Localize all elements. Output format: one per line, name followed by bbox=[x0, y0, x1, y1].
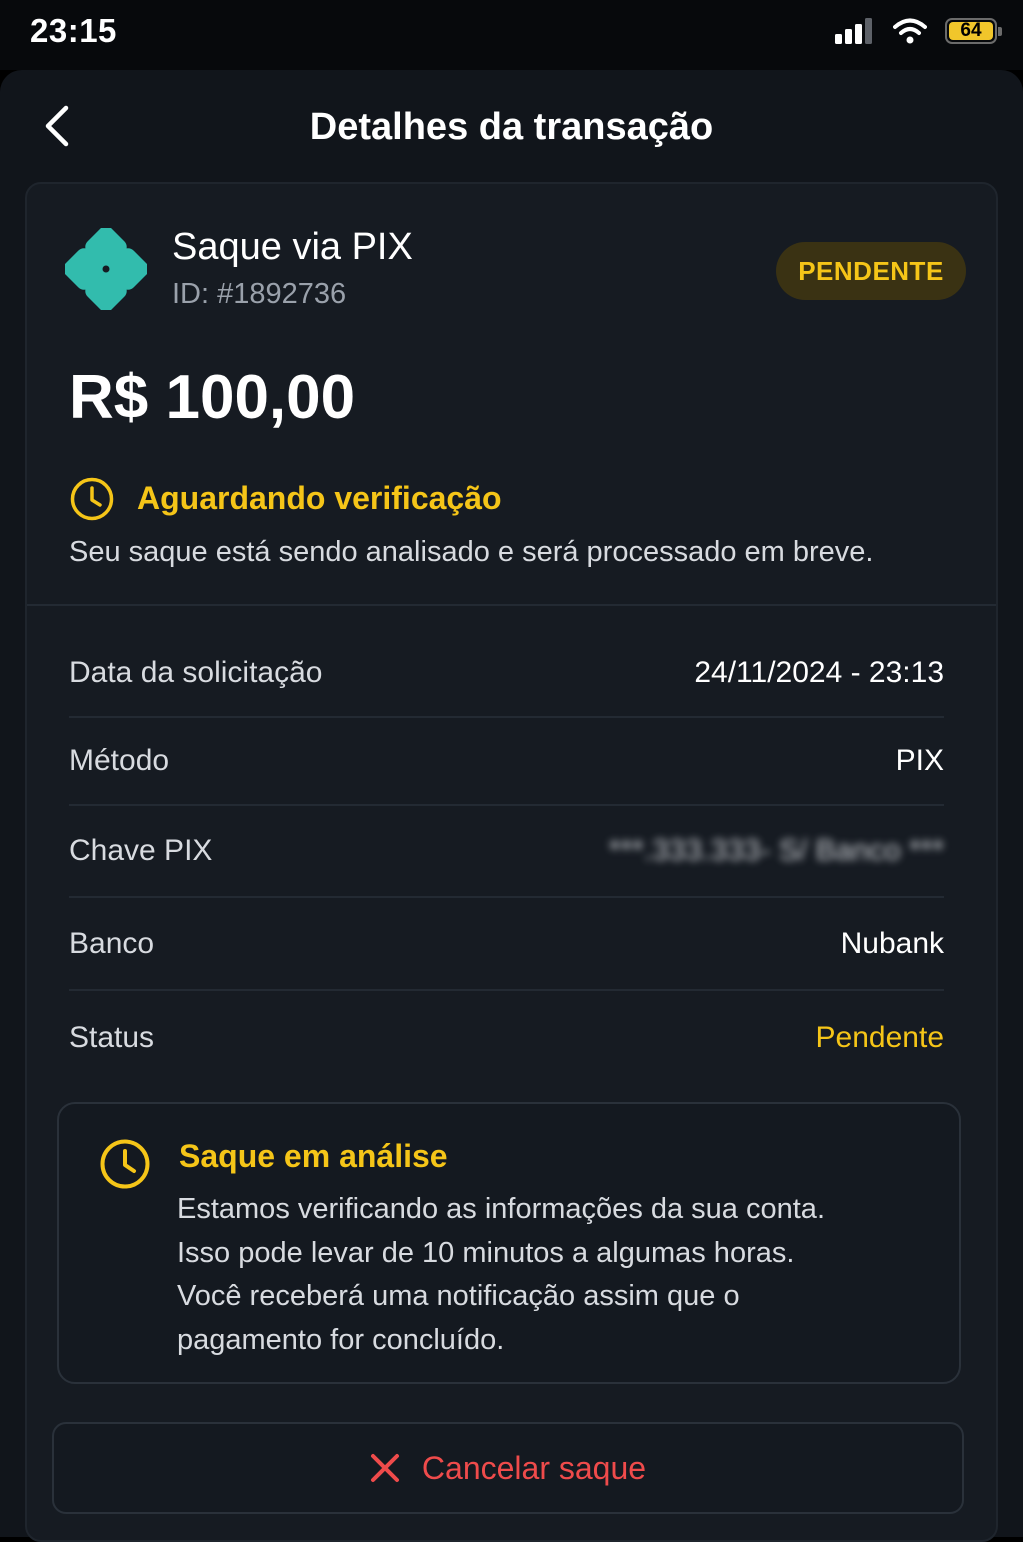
battery-level: 64 bbox=[949, 20, 993, 41]
detail-row-status: Status Pendente bbox=[69, 991, 944, 1085]
nav-header: Detalhes da transação bbox=[0, 70, 1023, 182]
status-time: 23:15 bbox=[30, 12, 117, 49]
verification-title: Aguardando verificação bbox=[137, 480, 502, 516]
detail-row-method: Método PIX bbox=[69, 718, 944, 806]
status-badge: PENDENTE bbox=[776, 242, 966, 300]
detail-value: PIX bbox=[895, 744, 944, 777]
info-line: pagamento for concluído. bbox=[177, 1323, 505, 1356]
detail-label: Data da solicitação bbox=[69, 656, 323, 689]
detail-row-date: Data da solicitação 24/11/2024 - 23:13 bbox=[69, 630, 944, 718]
divider bbox=[27, 604, 996, 606]
transaction-title: Saque via PIX bbox=[172, 226, 413, 268]
detail-value-status: Pendente bbox=[815, 1021, 944, 1054]
info-body: Estamos verificando as informações da su… bbox=[177, 1188, 937, 1362]
signal-icon bbox=[835, 18, 872, 44]
detail-value-masked: ***.333.333- S/ Banco *** bbox=[608, 834, 944, 867]
detail-value: Nubank bbox=[840, 926, 944, 960]
wifi-icon bbox=[893, 18, 927, 44]
detail-row-pix-key: Chave PIX ***.333.333- S/ Banco *** bbox=[69, 806, 944, 898]
clock-icon bbox=[70, 477, 114, 521]
transaction-id: ID: #1892736 bbox=[172, 278, 347, 310]
detail-label: Chave PIX bbox=[69, 834, 213, 867]
detail-row-bank: Banco Nubank bbox=[69, 898, 944, 991]
status-bar: 23:15 64 bbox=[0, 0, 1023, 70]
info-line: Isso pode levar de 10 minutos a algumas … bbox=[177, 1236, 795, 1269]
detail-label: Método bbox=[69, 744, 170, 777]
info-line: Estamos verificando as informações da su… bbox=[177, 1193, 825, 1225]
cancel-withdrawal-button[interactable]: Cancelar saque bbox=[52, 1422, 964, 1514]
transaction-card: Saque via PIX ID: #1892736 PENDENTE R$ 1… bbox=[25, 182, 998, 1542]
verification-description: Seu saque está sendo analisado e será pr… bbox=[69, 536, 874, 568]
status-icons: 64 bbox=[835, 16, 1002, 46]
battery-icon: 64 bbox=[945, 18, 1002, 44]
transaction-details-screen: Detalhes da transação Saque via PIX ID: … bbox=[0, 70, 1023, 1542]
pix-logo-icon bbox=[65, 228, 147, 310]
cancel-button-label: Cancelar saque bbox=[421, 1449, 647, 1486]
page-title: Detalhes da transação bbox=[309, 106, 714, 148]
detail-label: Status bbox=[69, 1021, 155, 1054]
analysis-info-box: Saque em análise Estamos verificando as … bbox=[57, 1102, 961, 1384]
clock-icon bbox=[100, 1139, 150, 1189]
info-title: Saque em análise bbox=[179, 1138, 448, 1174]
detail-label: Banco bbox=[69, 926, 155, 960]
detail-value: 24/11/2024 - 23:13 bbox=[694, 656, 944, 689]
transaction-amount: R$ 100,00 bbox=[69, 363, 356, 432]
info-line: Você receberá uma notificação assim que … bbox=[177, 1280, 740, 1312]
close-icon bbox=[370, 1454, 399, 1482]
